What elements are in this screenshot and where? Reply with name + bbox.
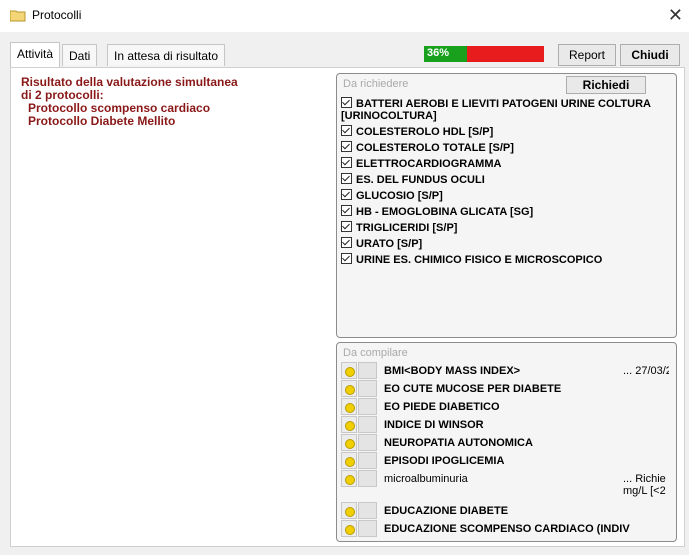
exam-item[interactable]: COLESTEROLO HDL [S/P]: [341, 125, 493, 138]
exam-item[interactable]: ELETTROCARDIOGRAMMA: [341, 157, 501, 170]
list-item[interactable]: BMI<BODY MASS INDEX> ... 27/03/2: [341, 362, 670, 380]
status-dot-icon: [341, 416, 357, 433]
folder-icon: [10, 10, 26, 22]
checkbox-icon[interactable]: [341, 141, 352, 152]
tab-attivita[interactable]: Attività: [10, 42, 61, 67]
edit-cell-button[interactable]: [358, 470, 377, 487]
exam-item[interactable]: COLESTEROLO TOTALE [S/P]: [341, 141, 514, 154]
edit-cell-button[interactable]: [358, 416, 377, 433]
edit-cell-button[interactable]: [358, 434, 377, 451]
status-dot-icon: [341, 380, 357, 397]
protocol-window: Attività Dati In attesa di risultato 36%…: [0, 32, 689, 555]
checkbox-icon[interactable]: [341, 253, 352, 264]
tab-dati[interactable]: Dati: [62, 44, 98, 66]
checkbox-icon[interactable]: [341, 189, 352, 200]
window-title: Protocolli: [32, 8, 82, 22]
progress-label: 36%: [427, 47, 450, 59]
edit-cell-button[interactable]: [358, 362, 377, 379]
close-icon[interactable]: ✕: [668, 5, 683, 26]
list-item[interactable]: INDICE DI WINSOR: [341, 416, 670, 434]
progress-bar: 36%: [424, 46, 544, 62]
da-richiedere-label: Da richiedere: [343, 78, 409, 90]
checkbox-icon[interactable]: [341, 205, 352, 216]
evaluation-result: Risultato della valutazione simultanea d…: [21, 76, 238, 128]
tab-in-attesa[interactable]: In attesa di risultato: [107, 44, 226, 66]
status-dot-icon: [341, 520, 357, 537]
status-dot-icon: [341, 362, 357, 379]
edit-cell-button[interactable]: [358, 398, 377, 415]
close-button[interactable]: Chiudi: [620, 44, 680, 66]
list-item[interactable]: EDUCAZIONE DIABETE: [341, 502, 670, 520]
checkbox-icon[interactable]: [341, 157, 352, 168]
richiedi-button[interactable]: Richiedi: [566, 76, 646, 94]
edit-cell-button[interactable]: [358, 452, 377, 469]
exam-item[interactable]: BATTERI AEROBI E LIEVITI PATOGENI URINE …: [341, 97, 666, 122]
exam-item[interactable]: HB - EMOGLOBINA GLICATA [SG]: [341, 205, 533, 218]
da-richiedere-panel: Da richiedere Richiedi BATTERI AEROBI E …: [336, 73, 677, 338]
checkbox-icon[interactable]: [341, 97, 352, 108]
exam-item[interactable]: ES. DEL FUNDUS OCULI: [341, 173, 485, 186]
da-compilare-label: Da compilare: [343, 347, 408, 359]
activity-panel: Risultato della valutazione simultanea d…: [10, 67, 685, 547]
edit-cell-button[interactable]: [358, 520, 377, 537]
status-dot-icon: [341, 502, 357, 519]
checkbox-icon[interactable]: [341, 173, 352, 184]
status-dot-icon: [341, 470, 357, 487]
list-item[interactable]: EPISODI IPOGLICEMIA: [341, 452, 670, 470]
da-compilare-panel: Da compilare BMI<BODY MASS INDEX> ... 27…: [336, 342, 677, 542]
status-dot-icon: [341, 452, 357, 469]
list-item[interactable]: EO CUTE MUCOSE PER DIABETE: [341, 380, 670, 398]
exam-item[interactable]: GLUCOSIO [S/P]: [341, 189, 443, 202]
list-item[interactable]: EO PIEDE DIABETICO: [341, 398, 670, 416]
edit-cell-button[interactable]: [358, 502, 377, 519]
list-item[interactable]: NEUROPATIA AUTONOMICA: [341, 434, 670, 452]
checkbox-icon[interactable]: [341, 237, 352, 248]
list-item[interactable]: EDUCAZIONE SCOMPENSO CARDIACO (INDIV: [341, 520, 670, 538]
status-dot-icon: [341, 434, 357, 451]
exam-item[interactable]: URATO [S/P]: [341, 237, 422, 250]
protocol-item: Protocollo Diabete Mellito: [28, 114, 176, 128]
title-bar: Protocolli ✕: [0, 0, 689, 32]
list-item[interactable]: microalbuminuria ... Richie mg/L [<2: [341, 470, 670, 498]
edit-cell-button[interactable]: [358, 380, 377, 397]
checkbox-icon[interactable]: [341, 125, 352, 136]
exam-item[interactable]: TRIGLICERIDI [S/P]: [341, 221, 457, 234]
status-dot-icon: [341, 398, 357, 415]
checkbox-icon[interactable]: [341, 221, 352, 232]
exam-item[interactable]: URINE ES. CHIMICO FISICO E MICROSCOPICO: [341, 253, 602, 266]
report-button[interactable]: Report: [558, 44, 616, 66]
